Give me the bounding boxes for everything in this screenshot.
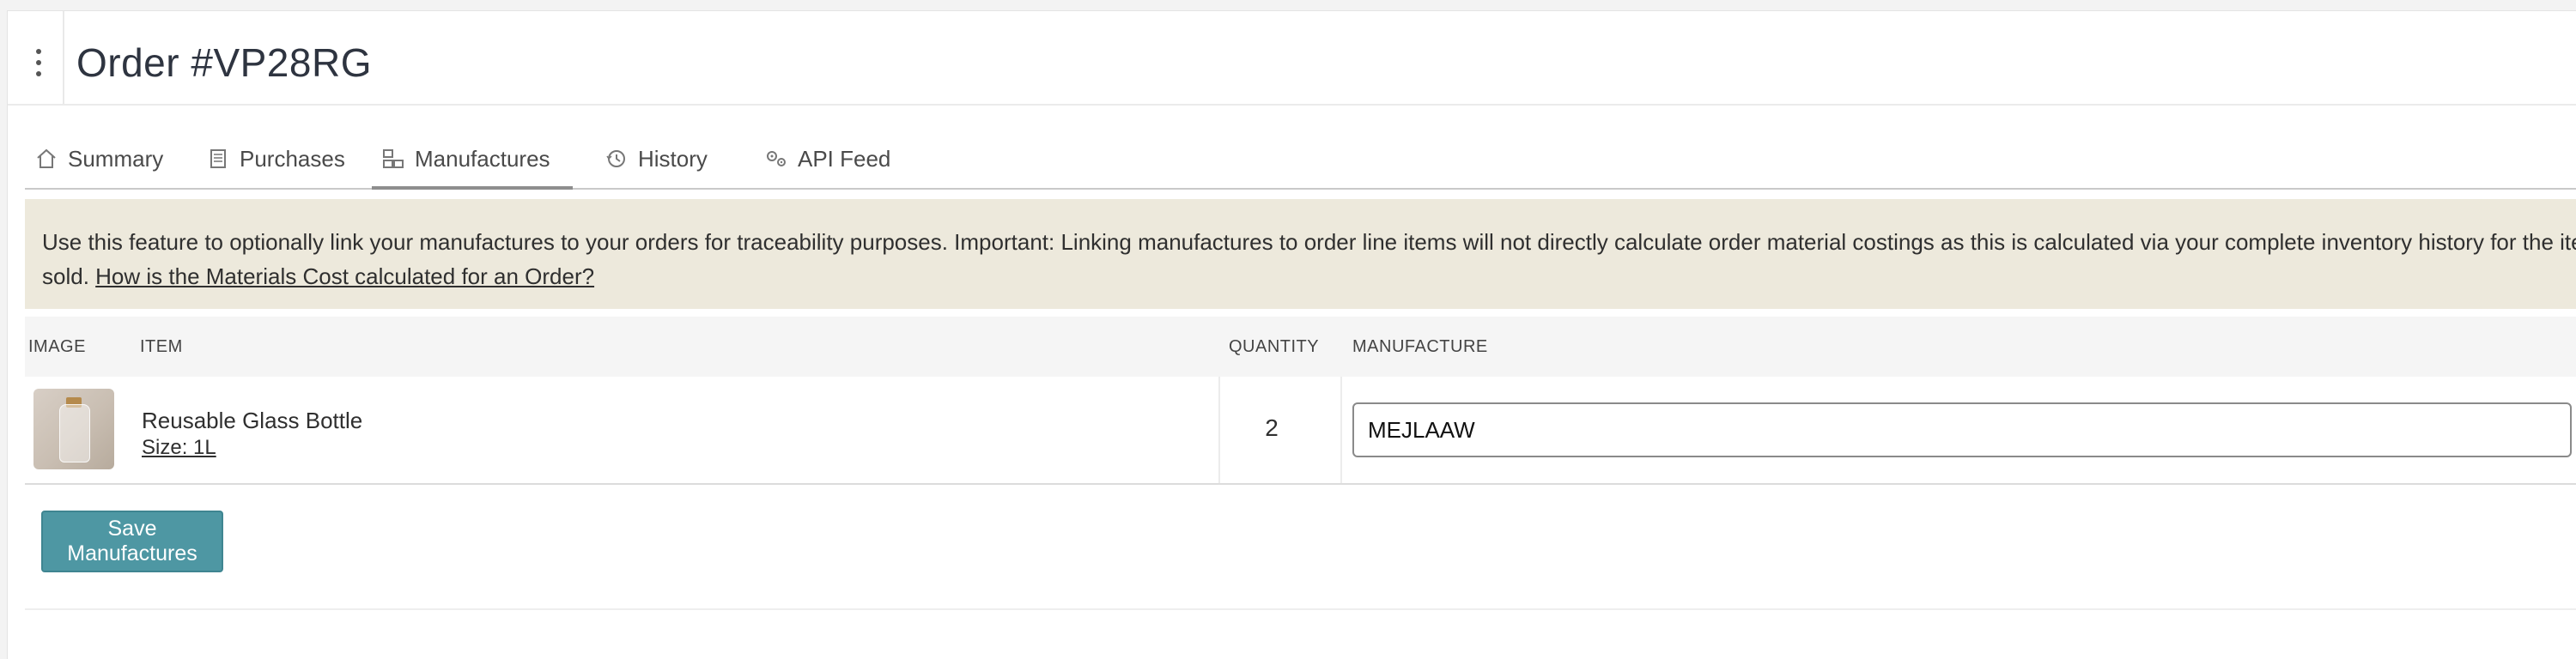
gears-icon	[763, 146, 789, 172]
home-icon	[33, 146, 59, 172]
tab-history-label: History	[638, 145, 708, 172]
column-header-manufacture: MANUFACTURE	[1352, 337, 1488, 356]
table-header: IMAGE ITEM QUANTITY MANUFACTURE	[25, 317, 2576, 377]
page-title: Order #VP28RG	[76, 40, 372, 85]
materials-cost-help-link[interactable]: How is the Materials Cost calculated for…	[95, 263, 594, 289]
factory-icon	[380, 146, 406, 172]
banner-text-line2: sold. How is the Materials Cost calculat…	[42, 259, 2560, 293]
column-header-item: ITEM	[140, 337, 183, 356]
tab-api-feed-label: API Feed	[798, 145, 891, 172]
item-name: Reusable Glass Bottle	[142, 408, 363, 433]
tab-purchases-label: Purchases	[240, 145, 345, 172]
tab-manufactures[interactable]: Manufactures	[372, 131, 573, 190]
tab-bar: Summary Purchases Manufactures History A…	[25, 131, 2576, 190]
order-panel: Order #VP28RG Summary Purchases Manufact…	[7, 10, 2576, 659]
save-manufactures-button[interactable]: Save Manufactures	[41, 511, 223, 572]
column-header-image: IMAGE	[28, 337, 86, 356]
tab-summary[interactable]: Summary	[25, 131, 188, 186]
banner-text: Use this feature to optionally link your…	[42, 229, 2576, 255]
history-icon	[604, 146, 629, 172]
table-row: Reusable Glass Bottle Size: 1L 2	[25, 377, 2576, 485]
page-header: Order #VP28RG	[8, 11, 2576, 106]
product-thumbnail	[33, 389, 114, 469]
manufacture-input[interactable]	[1352, 402, 2572, 457]
tab-history[interactable]: History	[595, 131, 732, 186]
info-banner: Use this feature to optionally link your…	[25, 199, 2576, 309]
item-quantity: 2	[1265, 414, 1279, 441]
banner-text-line2-start: sold.	[42, 263, 89, 289]
tab-purchases[interactable]: Purchases	[197, 131, 365, 186]
document-icon	[205, 146, 231, 172]
kebab-menu-icon[interactable]	[28, 37, 49, 88]
footer-divider	[25, 608, 2576, 610]
header-divider	[63, 11, 64, 104]
item-variant: Size: 1L	[142, 436, 216, 459]
tab-summary-label: Summary	[68, 145, 164, 172]
tab-api-feed[interactable]: API Feed	[755, 131, 909, 186]
manufactures-table: IMAGE ITEM QUANTITY MANUFACTURE Reusable…	[25, 317, 2576, 485]
column-divider	[1340, 377, 1342, 483]
tab-manufactures-label: Manufactures	[415, 145, 550, 172]
column-header-quantity: QUANTITY	[1229, 337, 1320, 356]
